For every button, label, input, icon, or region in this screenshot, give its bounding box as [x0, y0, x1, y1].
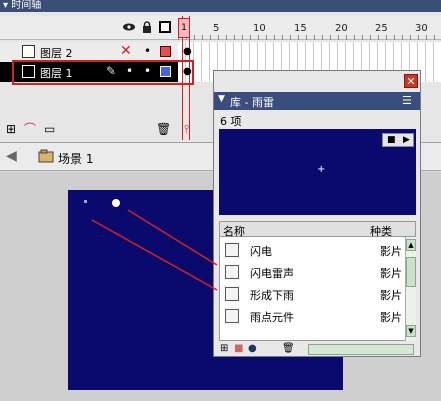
layer-selection-highlight	[12, 60, 194, 85]
library-header[interactable]: ▼ 库 - 雨雷 ☰	[214, 92, 420, 110]
properties-icon[interactable]: ●	[248, 343, 257, 354]
layer-2-frames[interactable]	[178, 42, 441, 62]
item-name: 形成下雨	[250, 289, 294, 302]
raindrop-symbol[interactable]	[84, 200, 87, 203]
movieclip-icon	[225, 309, 239, 323]
frame-number: 10	[253, 23, 266, 34]
layer-name: 图层 2	[40, 47, 73, 60]
preview-controls: ■ ▶	[382, 133, 414, 147]
item-kind: 影片	[380, 245, 402, 258]
list-item[interactable]: 雨点元件 影片	[220, 305, 405, 327]
movieclip-icon	[225, 265, 239, 279]
registration-point[interactable]	[112, 199, 120, 207]
stop-icon[interactable]: ■	[387, 134, 396, 146]
new-folder-icon[interactable]: ■	[234, 343, 243, 354]
library-titlebar[interactable]: ✕	[214, 71, 420, 91]
horizontal-scrollbar[interactable]	[308, 344, 414, 355]
keyframe-icon: ●	[183, 66, 192, 77]
frame-ruler[interactable]: 1 5 10 15 20 25 30	[178, 16, 441, 40]
item-name: 闪电	[250, 245, 272, 258]
frame-number: 20	[335, 23, 348, 34]
frame-number: 5	[213, 23, 220, 34]
center-frame-icon[interactable]: ⫯	[184, 122, 189, 136]
item-kind: 影片	[380, 311, 402, 324]
add-guide-layer-icon[interactable]: ⌒	[24, 122, 36, 136]
panel-menu-icon[interactable]: ☰	[402, 94, 412, 107]
layer-icon	[22, 45, 35, 58]
insert-folder-icon[interactable]: ▭	[44, 122, 55, 136]
frame-number: 15	[294, 23, 307, 34]
item-name: 雨点元件	[250, 311, 294, 324]
column-kind[interactable]: 种类	[370, 223, 392, 239]
new-symbol-icon[interactable]: ⊞	[220, 343, 228, 354]
layer-color-swatch[interactable]	[160, 46, 171, 57]
item-count: 6 项	[220, 115, 242, 128]
list-item[interactable]: 闪电雷声 影片	[220, 261, 405, 283]
lock-dot-icon[interactable]: •	[144, 44, 151, 58]
back-arrow-icon[interactable]: ◀	[6, 148, 17, 164]
scene-icon	[38, 149, 54, 163]
frame-number: 30	[415, 23, 428, 34]
hide-x-icon[interactable]: ✕	[120, 43, 132, 59]
crosshair-icon: +	[317, 164, 326, 175]
keyframe-icon: ●	[183, 46, 192, 57]
collapse-arrow-icon[interactable]: ▼	[218, 94, 225, 104]
timeline-toolbar: ⊞ ⌒ ▭ 🗑 ⫯	[0, 118, 200, 140]
frame-number: 25	[375, 23, 388, 34]
vertical-scrollbar[interactable]: ▲ ▼	[405, 237, 416, 341]
scroll-up-icon[interactable]: ▲	[406, 239, 416, 251]
outline-icon[interactable]	[159, 21, 171, 33]
scroll-down-icon[interactable]: ▼	[406, 325, 416, 337]
scene-name[interactable]: 场景 1	[58, 150, 93, 167]
library-list: 名称 种类 闪电 影片 闪电雷声 影片 形成下雨 影片 雨点元件 影片 ▲ ▼	[219, 221, 416, 341]
insert-layer-icon[interactable]: ⊞	[6, 122, 16, 136]
delete-layer-icon[interactable]: 🗑	[156, 122, 171, 136]
item-kind: 影片	[380, 267, 402, 280]
library-title: 库 - 雨雷	[230, 96, 274, 109]
list-item[interactable]: 形成下雨 影片	[220, 283, 405, 305]
ruler-ticks	[178, 35, 441, 40]
eye-icon[interactable]	[122, 21, 135, 33]
library-panel: ✕ ▼ 库 - 雨雷 ☰ 6 项 ■ ▶ + 名称 种类 闪电 影片 闪电雷声 …	[213, 70, 421, 357]
library-preview: ■ ▶ +	[219, 129, 416, 215]
layer-row-2[interactable]: 图层 2 ✕ •	[0, 42, 178, 62]
column-name[interactable]: 名称	[223, 223, 245, 239]
movieclip-icon	[225, 243, 239, 257]
column-headers: 名称 种类	[220, 222, 415, 239]
playhead[interactable]: 1	[178, 18, 190, 38]
delete-icon[interactable]: 🗑	[282, 343, 295, 354]
list-item[interactable]: 闪电 影片	[220, 239, 405, 261]
item-name: 闪电雷声	[250, 267, 294, 280]
lock-icon[interactable]	[141, 21, 153, 33]
movieclip-icon	[225, 287, 239, 301]
library-footer: ⊞ ■ ● 🗑	[214, 342, 420, 357]
play-icon[interactable]: ▶	[403, 134, 410, 146]
close-icon[interactable]: ✕	[404, 74, 418, 88]
timeline-title: 时间轴	[11, 0, 42, 11]
item-kind: 影片	[380, 289, 402, 302]
scroll-thumb[interactable]	[406, 257, 416, 287]
timeline-title-bar[interactable]: ▾ 时间轴	[0, 0, 441, 12]
